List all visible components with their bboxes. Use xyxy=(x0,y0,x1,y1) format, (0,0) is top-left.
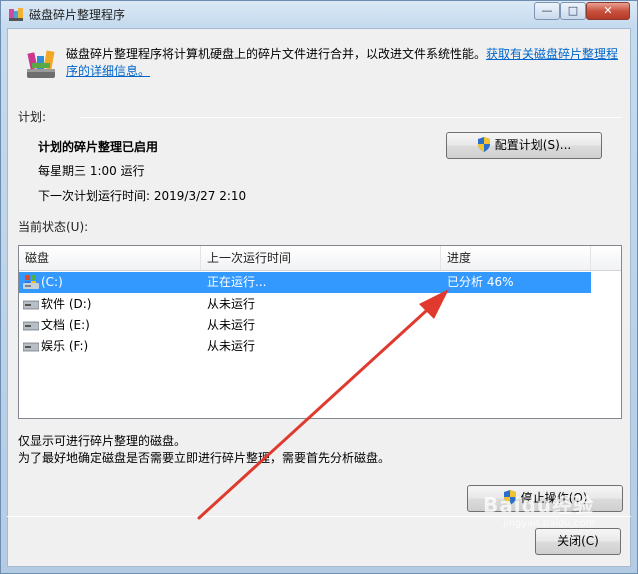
schedule-divider xyxy=(80,117,622,118)
watermark-url: jingyan.baidu.com xyxy=(503,518,596,529)
last-run: 正在运行... xyxy=(207,275,267,289)
disk-name: 软件 (D:) xyxy=(41,297,92,311)
last-run: 从未运行 xyxy=(207,297,256,311)
hard-drive-icon xyxy=(23,300,39,310)
close-window-button[interactable]: ✕ xyxy=(586,2,630,20)
maximize-button[interactable]: □ xyxy=(560,2,586,20)
hard-drive-icon xyxy=(23,321,39,331)
system-drive-icon xyxy=(23,275,39,289)
disk-name: (C:) xyxy=(41,275,63,289)
intro-text: 磁盘碎片整理程序将计算机硬盘上的碎片文件进行合并，以改进文件系统性能。获取有关磁… xyxy=(66,46,624,80)
progress: 已分析 46% xyxy=(447,275,514,289)
watermark-brand: Baidu经验 xyxy=(483,493,595,517)
note-defraggable-only: 仅显示可进行碎片整理的磁盘。 xyxy=(18,434,187,448)
disk-row-e[interactable]: 文档 (E:) 从未运行 xyxy=(19,315,591,336)
baidu-watermark: Baidu经验 jingyan.baidu.com xyxy=(483,489,623,539)
window-title: 磁盘碎片整理程序 xyxy=(29,8,126,22)
schedule-label: 计划: xyxy=(18,110,47,124)
defrag-large-icon xyxy=(27,50,55,78)
disk-list[interactable]: 磁盘 上一次运行时间 进度 (C:) 正在运行... 已分析 46% 软件 (D… xyxy=(18,245,622,419)
last-run: 从未运行 xyxy=(207,339,256,353)
column-header-disk[interactable]: 磁盘 xyxy=(19,246,201,270)
title-bar[interactable]: 磁盘碎片整理程序 — □ ✕ xyxy=(1,1,637,27)
schedule-frequency: 每星期三 1:00 运行 xyxy=(38,164,145,178)
column-header-last-run[interactable]: 上一次运行时间 xyxy=(201,246,441,270)
defrag-window: 磁盘碎片整理程序 — □ ✕ 磁盘碎片整理程序将计算机硬盘上的碎片文件进行合并，… xyxy=(0,0,638,574)
note-analyze-first: 为了最好地确定磁盘是否需要立即进行碎片整理，需要首先分析磁盘。 xyxy=(18,451,391,465)
main-panel: 磁盘碎片整理程序将计算机硬盘上的碎片文件进行合并，以改进文件系统性能。获取有关磁… xyxy=(7,28,631,567)
disk-list-header: 磁盘 上一次运行时间 进度 xyxy=(19,246,621,271)
schedule-next-run: 下一次计划运行时间: 2019/3/27 2:10 xyxy=(38,189,247,203)
column-header-progress[interactable]: 进度 xyxy=(441,246,591,270)
intro-description: 磁盘碎片整理程序将计算机硬盘上的碎片文件进行合并，以改进文件系统性能。 xyxy=(66,47,487,61)
current-status-label: 当前状态(U): xyxy=(18,220,89,234)
hard-drive-icon xyxy=(23,342,39,352)
disk-row-c[interactable]: (C:) 正在运行... 已分析 46% xyxy=(19,272,591,293)
defrag-app-icon xyxy=(9,8,23,21)
configure-schedule-label: 配置计划(S)... xyxy=(494,138,572,152)
last-run: 从未运行 xyxy=(207,318,256,332)
disk-name: 文档 (E:) xyxy=(41,318,90,332)
configure-schedule-button[interactable]: 配置计划(S)... xyxy=(446,132,602,159)
minimize-button[interactable]: — xyxy=(534,2,560,20)
disk-row-f[interactable]: 娱乐 (F:) 从未运行 xyxy=(19,336,591,357)
uac-shield-icon xyxy=(477,137,490,152)
schedule-status: 计划的碎片整理已启用 xyxy=(38,140,159,154)
disk-row-d[interactable]: 软件 (D:) 从未运行 xyxy=(19,294,591,315)
disk-name: 娱乐 (F:) xyxy=(41,339,89,353)
